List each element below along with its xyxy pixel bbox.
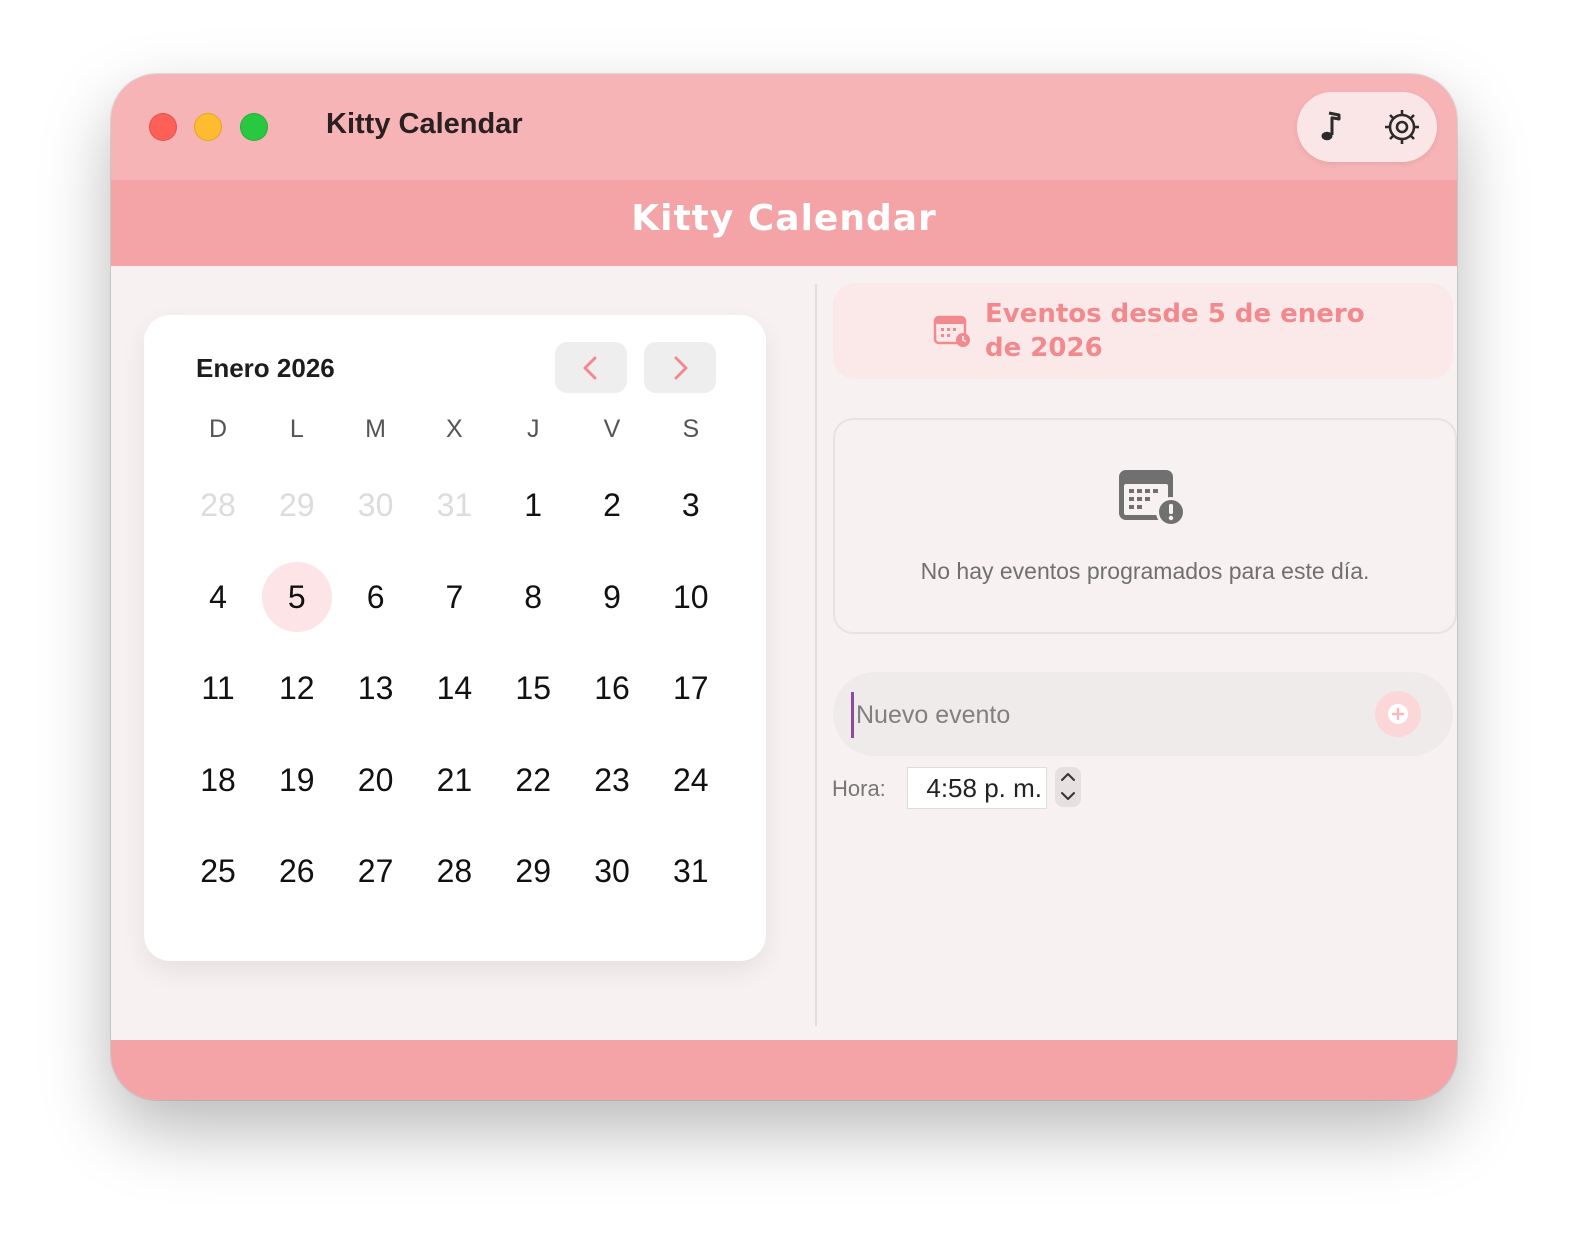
- title-bar: Kitty Calendar: [111, 74, 1457, 180]
- calendar-day[interactable]: 26: [262, 836, 332, 906]
- calendar-day[interactable]: 28: [419, 836, 489, 906]
- minimize-window-button[interactable]: [194, 113, 222, 141]
- calendar-day[interactable]: 18: [183, 745, 253, 815]
- calendar-day[interactable]: 6: [341, 562, 411, 632]
- calendar-day[interactable]: 19: [262, 745, 332, 815]
- calendar-day[interactable]: 10: [656, 562, 726, 632]
- calendar-day[interactable]: 22: [498, 745, 568, 815]
- calendar-day[interactable]: 29: [262, 470, 332, 540]
- calendar-day[interactable]: 2: [577, 470, 647, 540]
- chevron-right-icon: [674, 356, 688, 380]
- weekday-label: J: [526, 415, 540, 443]
- calendar-day-selected[interactable]: 5: [261, 561, 332, 632]
- music-note-icon: [1321, 111, 1341, 141]
- window-title: Kitty Calendar: [326, 108, 523, 140]
- weekday-label: L: [289, 415, 304, 443]
- new-event-input[interactable]: [851, 692, 1358, 738]
- weekday-label: M: [365, 415, 386, 443]
- music-button[interactable]: [1312, 107, 1352, 147]
- stepper-down-icon[interactable]: [1060, 789, 1076, 803]
- weekday-label: D: [208, 415, 228, 443]
- weekday-header: DLMXJVS: [183, 415, 734, 455]
- app-footer: [111, 1040, 1457, 1100]
- next-month-button[interactable]: [644, 342, 716, 393]
- calendar-day[interactable]: 31: [656, 836, 726, 906]
- app-window: Kitty Calendar Kitty Calendar Enero 2026…: [111, 74, 1457, 1100]
- zoom-window-button[interactable]: [240, 113, 268, 141]
- time-field[interactable]: 4:58 p. m.: [907, 767, 1047, 809]
- settings-button[interactable]: [1382, 107, 1422, 147]
- time-label: Hora:: [832, 776, 886, 801]
- weekday-label: S: [682, 415, 700, 443]
- month-label: Enero 2026: [196, 353, 335, 383]
- close-window-button[interactable]: [149, 113, 177, 141]
- calendar-day[interactable]: 8: [498, 562, 568, 632]
- calendar-day[interactable]: 24: [656, 745, 726, 815]
- events-range-line-2: de 2026: [985, 333, 1103, 363]
- calendar-day[interactable]: 29: [498, 836, 568, 906]
- add-event-button[interactable]: [1375, 691, 1421, 737]
- app-banner: Kitty Calendar: [111, 180, 1457, 266]
- calendar-day[interactable]: 30: [577, 836, 647, 906]
- calendar-day[interactable]: 4: [183, 562, 253, 632]
- calendar-day[interactable]: 23: [577, 745, 647, 815]
- empty-events-message: No hay eventos programados para este día…: [920, 558, 1370, 584]
- events-range-title: Eventos desde 5 de enero de 2026: [985, 297, 1415, 365]
- calendar-day[interactable]: 28: [183, 470, 253, 540]
- calendar-day[interactable]: 25: [183, 836, 253, 906]
- calendar-day[interactable]: 1: [498, 470, 568, 540]
- gear-icon: [1385, 110, 1419, 144]
- calendar-day[interactable]: 9: [577, 562, 647, 632]
- calendar-day[interactable]: 14: [419, 653, 489, 723]
- calendar-day[interactable]: 12: [262, 653, 332, 723]
- toolbar-group: [1297, 92, 1437, 162]
- calendar-day[interactable]: 27: [341, 836, 411, 906]
- calendar-day[interactable]: 31: [419, 470, 489, 540]
- calendar-day[interactable]: 16: [577, 653, 647, 723]
- calendar-day[interactable]: 15: [498, 653, 568, 723]
- day-grid: 28 29 30 31 1 2 3 4 5 6 7 8 9 10 11 12 13 14 15 16 17 18 19 20 2…: [183, 470, 734, 930]
- calendar-day[interactable]: 20: [341, 745, 411, 815]
- events-range-line-1: Eventos desde 5 de enero: [985, 299, 1365, 329]
- calendar-day[interactable]: 21: [419, 745, 489, 815]
- calendar-day[interactable]: 3: [656, 470, 726, 540]
- calendar-clock-icon: [933, 315, 970, 347]
- calendar-day[interactable]: 11: [183, 653, 253, 723]
- calendar-day[interactable]: 30: [341, 470, 411, 540]
- empty-events-panel: No hay eventos programados para este día…: [833, 418, 1457, 634]
- calendar-day[interactable]: 17: [656, 653, 726, 723]
- weekday-label: X: [446, 415, 463, 443]
- new-event-bar: [833, 672, 1453, 756]
- calendar-exclamation-icon: [1119, 470, 1186, 527]
- time-stepper[interactable]: [1055, 767, 1081, 807]
- previous-month-button[interactable]: [555, 342, 627, 393]
- plus-circle-icon: [1388, 704, 1408, 724]
- banner-title: Kitty Calendar: [631, 198, 937, 239]
- time-value: 4:58 p. m.: [926, 773, 1042, 803]
- chevron-left-icon: [583, 356, 597, 380]
- events-range-header: Eventos desde 5 de enero de 2026: [833, 283, 1453, 379]
- calendar-card: Enero 2026 DLMXJVS 28 29 30 31 1 2 3 4 5 6 7 8 9 10 11…: [144, 315, 766, 961]
- calendar-day[interactable]: 13: [341, 653, 411, 723]
- panel-divider: [815, 284, 817, 1026]
- stepper-up-icon[interactable]: [1060, 770, 1076, 784]
- weekday-label: V: [603, 415, 621, 443]
- calendar-day[interactable]: 7: [419, 562, 489, 632]
